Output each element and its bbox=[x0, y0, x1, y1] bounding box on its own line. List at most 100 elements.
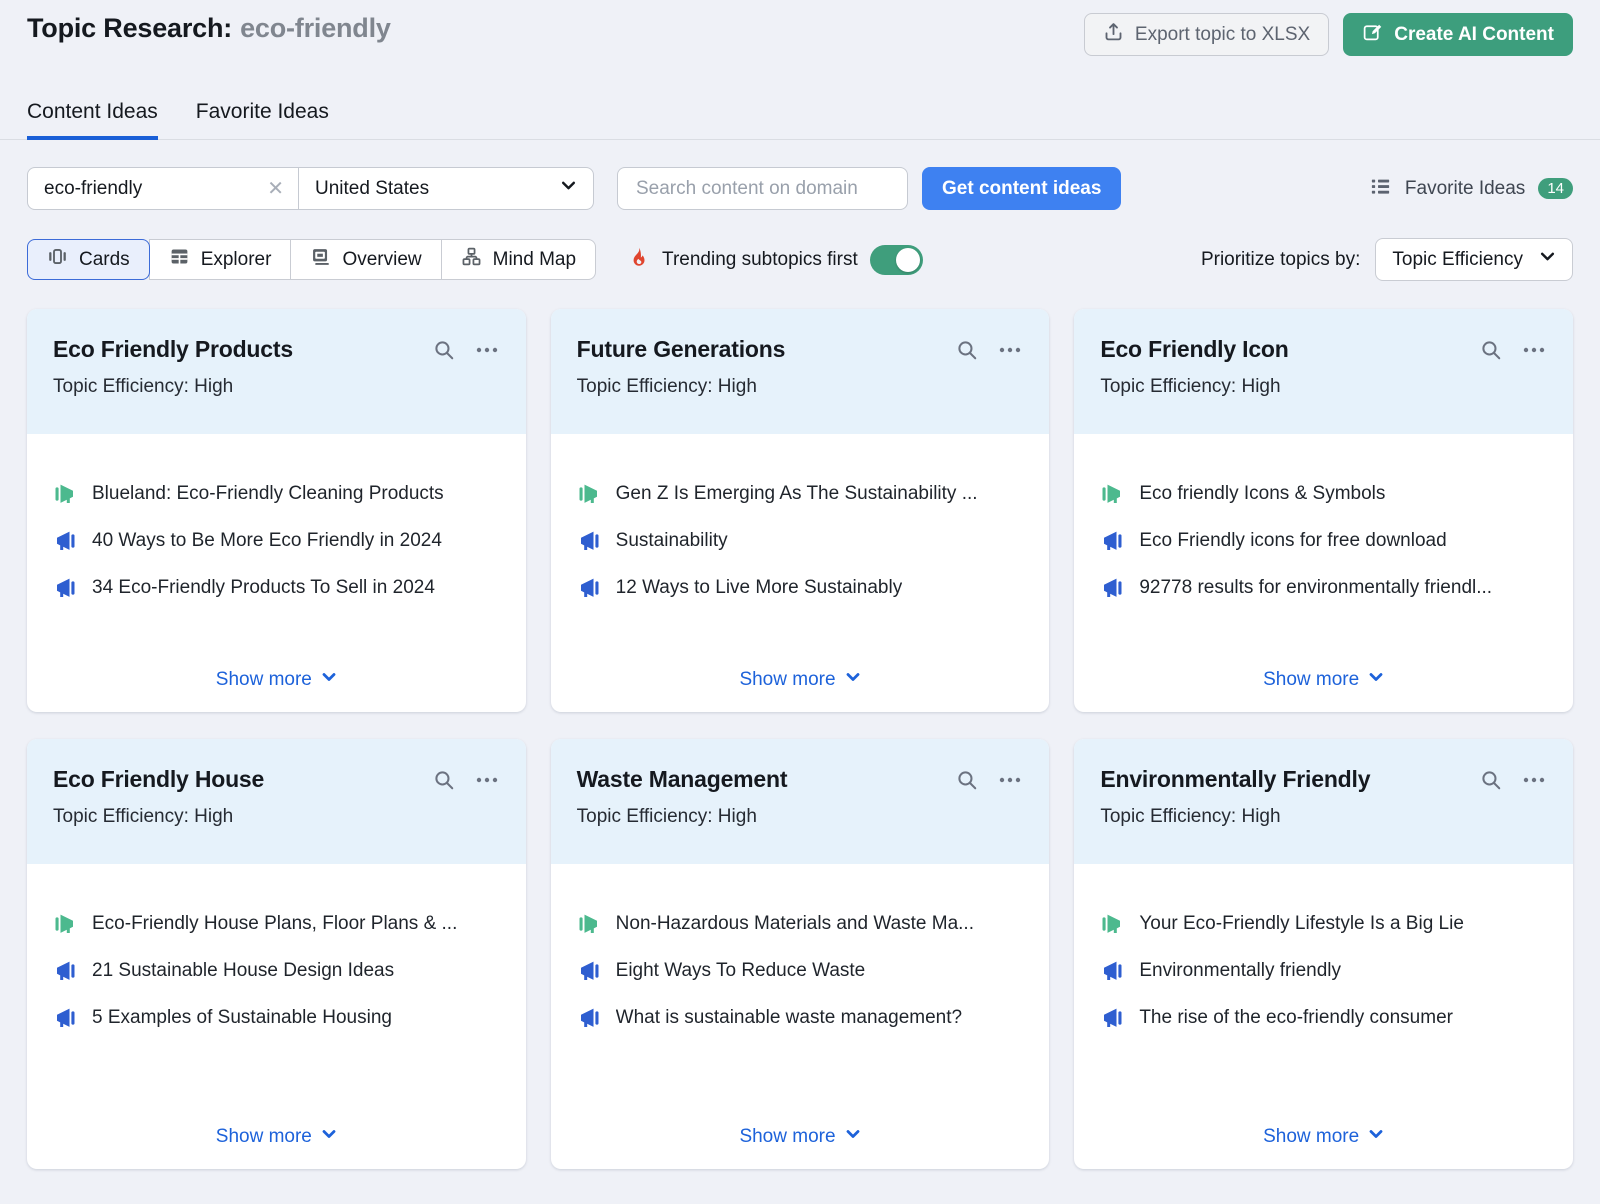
topic-card-header: Eco Friendly Icon Topic Efficiency: High bbox=[1074, 309, 1573, 434]
idea-item[interactable]: Eco-Friendly House Plans, Floor Plans & … bbox=[53, 912, 500, 936]
idea-item[interactable]: 12 Ways to Live More Sustainably bbox=[577, 576, 1024, 600]
more-options-icon[interactable] bbox=[1521, 769, 1547, 791]
show-more-link[interactable]: Show more bbox=[551, 669, 1050, 691]
idea-text: Environmentally friendly bbox=[1139, 960, 1341, 982]
clear-query-icon[interactable]: ✕ bbox=[261, 176, 290, 201]
topic-card: Eco Friendly Icon Topic Efficiency: High… bbox=[1074, 309, 1573, 712]
table-icon bbox=[169, 246, 190, 273]
idea-item[interactable]: 21 Sustainable House Design Ideas bbox=[53, 959, 500, 983]
idea-item[interactable]: The rise of the eco-friendly consumer bbox=[1100, 1006, 1547, 1030]
trending-toggle[interactable] bbox=[870, 245, 923, 275]
topic-card: Environmentally Friendly Topic Efficienc… bbox=[1074, 739, 1573, 1169]
topic-card-body: Eco friendly Icons & Symbols Eco Friendl… bbox=[1074, 434, 1573, 712]
search-topic-icon[interactable] bbox=[433, 769, 455, 791]
country-select[interactable]: United States bbox=[299, 168, 593, 209]
idea-text: Eco friendly Icons & Symbols bbox=[1139, 483, 1385, 505]
idea-item[interactable]: What is sustainable waste management? bbox=[577, 1006, 1024, 1030]
cards-grid: Eco Friendly Products Topic Efficiency: … bbox=[27, 309, 1573, 1169]
domain-search-field[interactable] bbox=[617, 167, 908, 210]
chevron-down-icon bbox=[321, 669, 337, 691]
topic-query-field[interactable]: ✕ bbox=[28, 168, 299, 209]
megaphone-icon bbox=[53, 959, 77, 983]
idea-text: 21 Sustainable House Design Ideas bbox=[92, 960, 394, 982]
topic-efficiency-label: Topic Efficiency: High bbox=[53, 806, 500, 828]
topic-query-input[interactable] bbox=[42, 177, 261, 201]
tab-content-ideas[interactable]: Content Ideas bbox=[27, 100, 158, 139]
idea-item[interactable]: Gen Z Is Emerging As The Sustainability … bbox=[577, 482, 1024, 506]
more-options-icon[interactable] bbox=[474, 339, 500, 361]
topic-card-title: Waste Management bbox=[577, 766, 788, 793]
idea-item[interactable]: Your Eco-Friendly Lifestyle Is a Big Lie bbox=[1100, 912, 1547, 936]
cards-section: Eco Friendly Products Topic Efficiency: … bbox=[27, 309, 1573, 1169]
show-more-link[interactable]: Show more bbox=[27, 1126, 526, 1148]
edit-icon bbox=[1362, 21, 1383, 48]
idea-item[interactable]: Eco Friendly icons for free download bbox=[1100, 529, 1547, 553]
topic-card-actions bbox=[433, 339, 500, 361]
search-topic-icon[interactable] bbox=[1480, 769, 1502, 791]
search-topic-icon[interactable] bbox=[433, 339, 455, 361]
toggle-knob bbox=[896, 248, 920, 272]
prioritize-label: Prioritize topics by: bbox=[1201, 249, 1360, 271]
view-mind-map-button[interactable]: Mind Map bbox=[441, 239, 596, 280]
page-title-prefix: Topic Research: bbox=[27, 13, 232, 43]
export-xlsx-button[interactable]: Export topic to XLSX bbox=[1084, 13, 1329, 56]
tab-favorite-ideas[interactable]: Favorite Ideas bbox=[196, 100, 329, 139]
upload-icon bbox=[1103, 21, 1124, 48]
prioritize-control: Prioritize topics by: Topic Efficiency bbox=[1201, 238, 1573, 281]
megaphone-icon bbox=[1100, 1006, 1124, 1030]
search-topic-icon[interactable] bbox=[956, 769, 978, 791]
prioritize-dropdown[interactable]: Topic Efficiency bbox=[1375, 238, 1573, 281]
topic-card-header: Future Generations Topic Efficiency: Hig… bbox=[551, 309, 1050, 434]
chevron-down-icon bbox=[1539, 248, 1556, 271]
country-select-value: United States bbox=[315, 178, 429, 200]
create-ai-content-button[interactable]: Create AI Content bbox=[1343, 13, 1573, 56]
more-options-icon[interactable] bbox=[474, 769, 500, 791]
view-cards-button[interactable]: Cards bbox=[27, 239, 150, 280]
idea-item[interactable]: Eco friendly Icons & Symbols bbox=[1100, 482, 1547, 506]
idea-item[interactable]: 92778 results for environmentally friend… bbox=[1100, 576, 1547, 600]
more-options-icon[interactable] bbox=[997, 339, 1023, 361]
chevron-down-icon bbox=[845, 1126, 861, 1148]
more-options-icon[interactable] bbox=[1521, 339, 1547, 361]
idea-item[interactable]: Non-Hazardous Materials and Waste Ma... bbox=[577, 912, 1024, 936]
megaphone-icon bbox=[1100, 529, 1124, 553]
idea-text: The rise of the eco-friendly consumer bbox=[1139, 1007, 1453, 1029]
more-options-icon[interactable] bbox=[997, 769, 1023, 791]
show-more-link[interactable]: Show more bbox=[551, 1126, 1050, 1148]
trending-control: Trending subtopics first bbox=[628, 245, 923, 275]
idea-item[interactable]: Eight Ways To Reduce Waste bbox=[577, 959, 1024, 983]
topic-card-title: Eco Friendly House bbox=[53, 766, 264, 793]
favorite-ideas-link[interactable]: Favorite Ideas 14 bbox=[1369, 175, 1573, 203]
idea-item[interactable]: Sustainability bbox=[577, 529, 1024, 553]
domain-search-input[interactable] bbox=[634, 177, 891, 201]
topic-card-actions bbox=[1480, 339, 1547, 361]
idea-item[interactable]: 5 Examples of Sustainable Housing bbox=[53, 1006, 500, 1030]
search-topic-icon[interactable] bbox=[1480, 339, 1502, 361]
topic-card-body: Blueland: Eco-Friendly Cleaning Products… bbox=[27, 434, 526, 712]
idea-text: What is sustainable waste management? bbox=[616, 1007, 962, 1029]
page-header: Topic Research:eco-friendly Export topic… bbox=[0, 0, 1600, 56]
show-more-link[interactable]: Show more bbox=[27, 669, 526, 691]
view-switcher: Cards Explorer Overview Mind Map bbox=[27, 239, 596, 280]
topic-card-body: Eco-Friendly House Plans, Floor Plans & … bbox=[27, 864, 526, 1169]
topic-card-actions bbox=[956, 339, 1023, 361]
idea-text: 12 Ways to Live More Sustainably bbox=[616, 577, 903, 599]
search-row: ✕ United States Get content ideas Favori… bbox=[27, 167, 1573, 210]
topic-efficiency-label: Topic Efficiency: High bbox=[577, 806, 1024, 828]
chevron-down-icon bbox=[321, 1126, 337, 1148]
show-more-link[interactable]: Show more bbox=[1074, 669, 1573, 691]
topic-card-body: Gen Z Is Emerging As The Sustainability … bbox=[551, 434, 1050, 712]
view-overview-button[interactable]: Overview bbox=[290, 239, 441, 280]
view-explorer-button[interactable]: Explorer bbox=[149, 239, 292, 280]
idea-item[interactable]: Environmentally friendly bbox=[1100, 959, 1547, 983]
search-topic-icon[interactable] bbox=[956, 339, 978, 361]
idea-list: Eco-Friendly House Plans, Floor Plans & … bbox=[53, 912, 500, 1030]
get-content-ideas-button[interactable]: Get content ideas bbox=[922, 167, 1121, 210]
topic-card-title: Environmentally Friendly bbox=[1100, 766, 1370, 793]
idea-text: Blueland: Eco-Friendly Cleaning Products bbox=[92, 483, 444, 505]
show-more-link[interactable]: Show more bbox=[1074, 1126, 1573, 1148]
idea-item[interactable]: Blueland: Eco-Friendly Cleaning Products bbox=[53, 482, 500, 506]
favorite-ideas-label: Favorite Ideas bbox=[1405, 178, 1525, 200]
idea-item[interactable]: 34 Eco-Friendly Products To Sell in 2024 bbox=[53, 576, 500, 600]
idea-item[interactable]: 40 Ways to Be More Eco Friendly in 2024 bbox=[53, 529, 500, 553]
